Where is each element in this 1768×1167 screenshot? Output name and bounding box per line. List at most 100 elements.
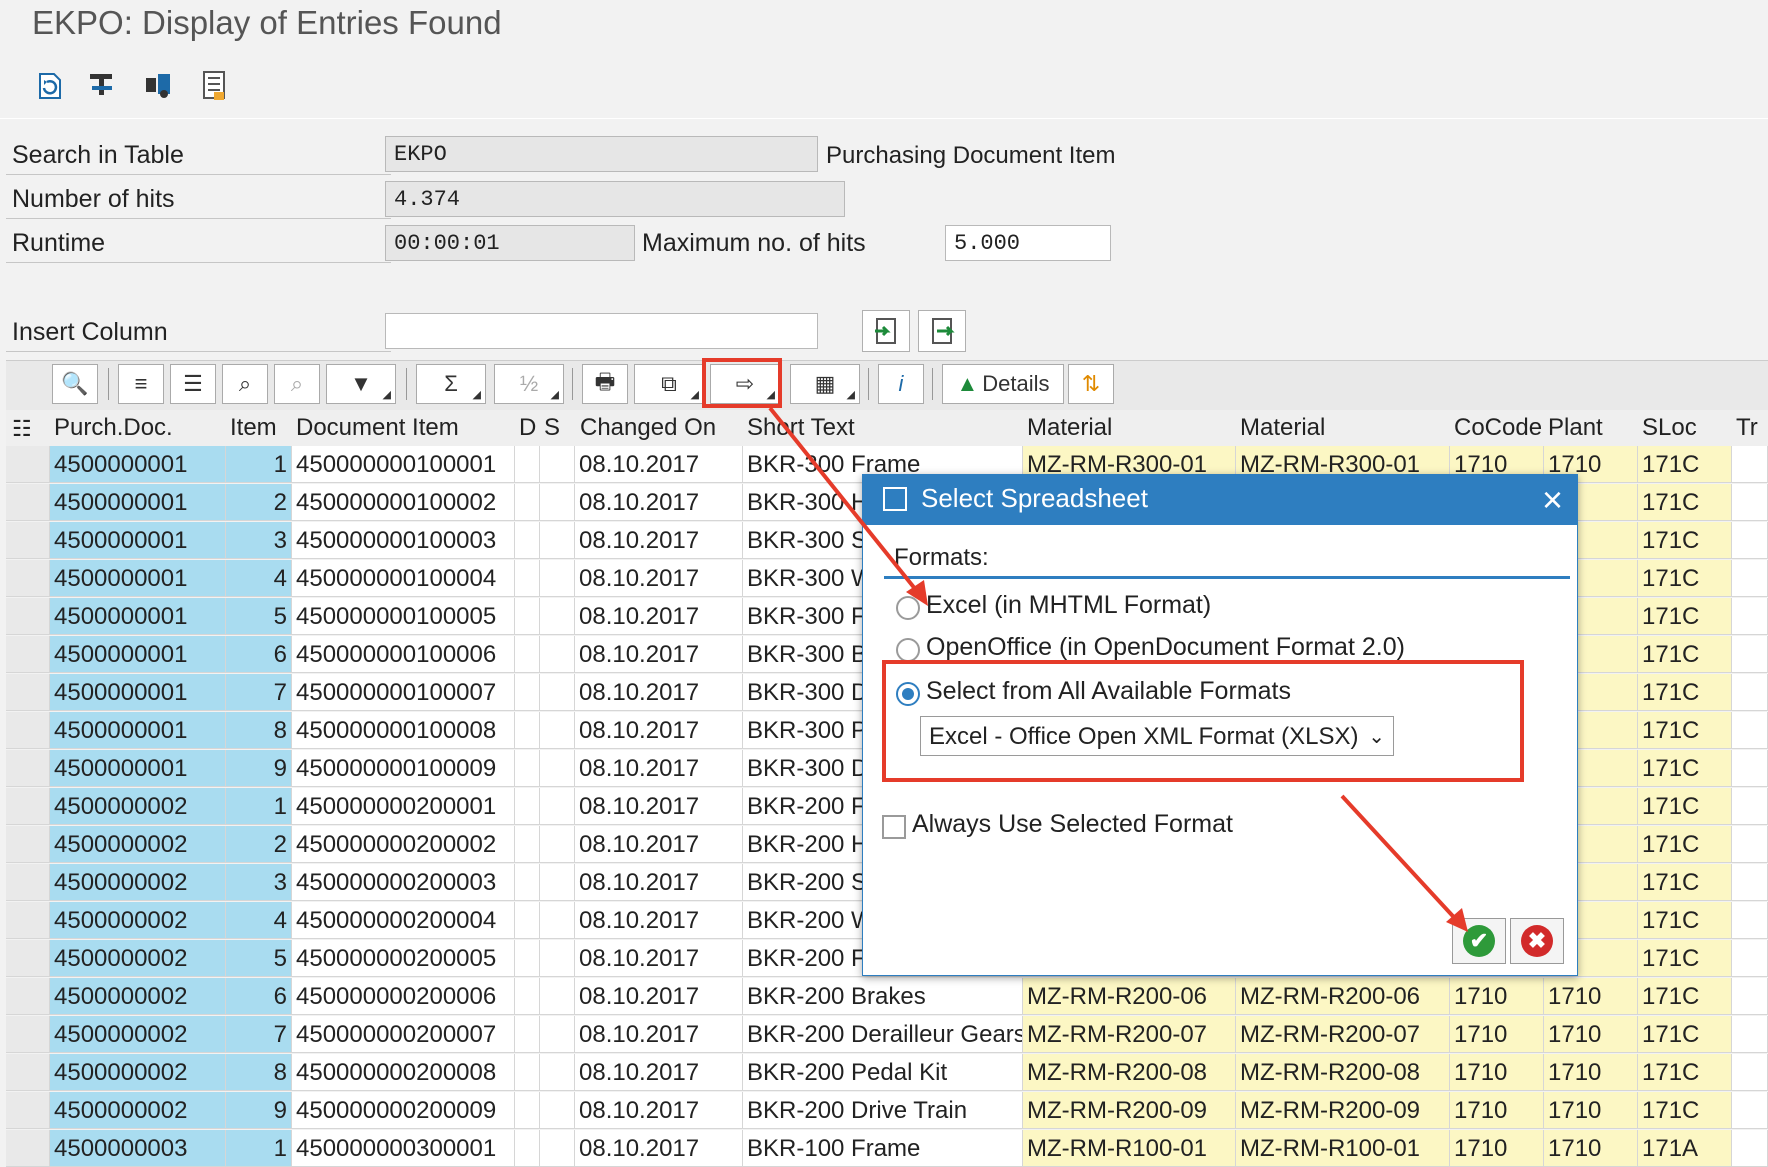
row-selector[interactable] <box>6 712 50 749</box>
table-cell[interactable]: 4500000002 <box>50 1016 226 1053</box>
table-cell[interactable]: 1710 <box>1450 1092 1544 1129</box>
table-cell[interactable] <box>540 902 575 939</box>
info-icon[interactable]: i <box>878 364 924 404</box>
table-cell[interactable]: MZ-RM-R200-09 <box>1236 1092 1450 1129</box>
table-cell[interactable]: 450000000200003 <box>292 864 515 901</box>
table-cell[interactable]: 1 <box>226 446 292 483</box>
confirm-button[interactable]: ✔ <box>1452 918 1506 964</box>
table-cell[interactable]: 9 <box>226 1092 292 1129</box>
sort-by-icon[interactable]: ⇅ <box>1068 364 1114 404</box>
table-cell[interactable] <box>540 522 575 559</box>
table-cell[interactable]: 4500000003 <box>50 1130 226 1167</box>
table-cell[interactable]: 5 <box>226 940 292 977</box>
table-cell[interactable]: 450000000300001 <box>292 1130 515 1167</box>
column-header[interactable]: CoCode <box>1454 410 1542 446</box>
views-icon[interactable]: ⧉ ◢ <box>634 364 704 404</box>
table-cell[interactable] <box>1732 598 1768 635</box>
subtotal-icon[interactable]: ½ ◢ <box>494 364 564 404</box>
table-cell[interactable]: 08.10.2017 <box>575 598 743 635</box>
table-cell[interactable]: 8 <box>226 712 292 749</box>
table-cell[interactable]: 450000000100007 <box>292 674 515 711</box>
table-cell[interactable]: 3 <box>226 522 292 559</box>
row-selector[interactable] <box>6 1054 50 1091</box>
table-cell[interactable]: 4500000001 <box>50 446 226 483</box>
table-cell[interactable]: 171C <box>1638 1092 1732 1129</box>
column-header[interactable]: S <box>544 410 560 446</box>
table-cell[interactable] <box>540 1054 575 1091</box>
table-cell[interactable]: 08.10.2017 <box>575 484 743 521</box>
table-cell[interactable]: 08.10.2017 <box>575 446 743 483</box>
table-cell[interactable]: MZ-RM-R200-06 <box>1023 978 1236 1015</box>
max-hits-input[interactable]: 5.000 <box>945 225 1111 261</box>
table-cell[interactable]: MZ-RM-R100-01 <box>1023 1130 1236 1167</box>
details-button[interactable]: ▲ Details <box>942 364 1064 404</box>
table-cell[interactable]: 4500000002 <box>50 1054 226 1091</box>
table-cell[interactable] <box>515 864 540 901</box>
table-cell[interactable] <box>515 522 540 559</box>
table-cell[interactable]: 450000000100002 <box>292 484 515 521</box>
row-selector[interactable] <box>6 826 50 863</box>
table-cell[interactable]: 1710 <box>1450 1054 1544 1091</box>
list-icon[interactable] <box>194 66 234 106</box>
table-cell[interactable]: 450000000100009 <box>292 750 515 787</box>
table-cell[interactable]: 08.10.2017 <box>575 636 743 673</box>
table-cell[interactable]: 450000000100008 <box>292 712 515 749</box>
table-cell[interactable]: 1710 <box>1544 1016 1638 1053</box>
table-cell[interactable] <box>515 902 540 939</box>
table-cell[interactable]: 171C <box>1638 1054 1732 1091</box>
table-cell[interactable]: 1710 <box>1544 1130 1638 1167</box>
table-cell[interactable]: BKR-200 Brakes <box>743 978 1023 1015</box>
table-cell[interactable] <box>515 560 540 597</box>
table-cell[interactable]: 171C <box>1638 826 1732 863</box>
table-cell[interactable]: 171C <box>1638 560 1732 597</box>
table-cell[interactable]: 1 <box>226 1130 292 1167</box>
table-cell[interactable]: 171C <box>1638 1016 1732 1053</box>
table-cell[interactable]: 4 <box>226 902 292 939</box>
table-cell[interactable]: 171C <box>1638 902 1732 939</box>
table-cell[interactable]: BKR-100 Frame <box>743 1130 1023 1167</box>
table-cell[interactable] <box>515 712 540 749</box>
table-cell[interactable] <box>540 750 575 787</box>
table-cell[interactable]: 4 <box>226 560 292 597</box>
table-cell[interactable] <box>1732 1130 1768 1167</box>
table-cell[interactable]: 7 <box>226 674 292 711</box>
table-cell[interactable] <box>1732 788 1768 825</box>
column-settings-icon[interactable]: ☷ <box>12 416 32 442</box>
table-cell[interactable]: 2 <box>226 826 292 863</box>
row-selector[interactable] <box>6 446 50 483</box>
sort-descending-icon[interactable]: ☰ <box>170 364 216 404</box>
table-cell[interactable] <box>540 864 575 901</box>
table-cell[interactable] <box>540 712 575 749</box>
table-cell[interactable] <box>515 1130 540 1167</box>
selection-criteria-icon[interactable] <box>82 66 122 106</box>
table-cell[interactable]: MZ-RM-R100-01 <box>1236 1130 1450 1167</box>
row-selector[interactable] <box>6 484 50 521</box>
table-cell[interactable]: 4500000002 <box>50 978 226 1015</box>
table-cell[interactable] <box>515 978 540 1015</box>
table-cell[interactable] <box>540 978 575 1015</box>
table-cell[interactable]: 08.10.2017 <box>575 902 743 939</box>
table-cell[interactable] <box>540 826 575 863</box>
table-cell[interactable] <box>540 1130 575 1167</box>
table-cell[interactable]: 4500000001 <box>50 750 226 787</box>
table-cell[interactable] <box>540 940 575 977</box>
table-cell[interactable] <box>515 940 540 977</box>
table-cell[interactable]: 4500000001 <box>50 560 226 597</box>
table-cell[interactable]: 450000000200006 <box>292 978 515 1015</box>
table-cell[interactable]: 450000000100004 <box>292 560 515 597</box>
table-cell[interactable]: 1710 <box>1450 978 1544 1015</box>
table-cell[interactable] <box>540 636 575 673</box>
table-cell[interactable]: 4500000001 <box>50 636 226 673</box>
table-cell[interactable]: 450000000200001 <box>292 788 515 825</box>
table-cell[interactable] <box>515 788 540 825</box>
table-cell[interactable] <box>515 674 540 711</box>
table-cell[interactable] <box>515 598 540 635</box>
table-cell[interactable] <box>515 826 540 863</box>
table-cell[interactable]: 171C <box>1638 674 1732 711</box>
settings-icon[interactable] <box>138 66 178 106</box>
table-cell[interactable] <box>1732 674 1768 711</box>
table-cell[interactable]: 08.10.2017 <box>575 826 743 863</box>
table-cell[interactable]: MZ-RM-R200-08 <box>1236 1054 1450 1091</box>
column-header[interactable]: Item <box>230 410 277 446</box>
table-cell[interactable]: 2 <box>226 484 292 521</box>
